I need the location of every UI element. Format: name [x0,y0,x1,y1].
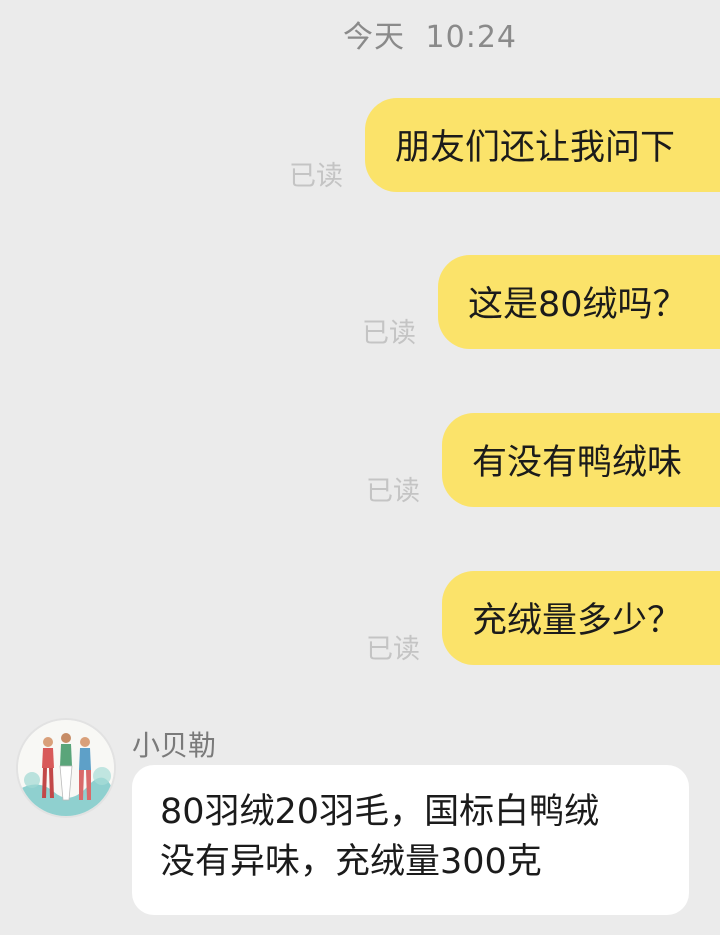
read-status: 已读 [366,634,420,665]
timestamp-time: 10:24 [425,20,517,55]
outgoing-message-bubble[interactable]: 这是80绒吗？ [438,254,720,349]
sender-name: 小贝勒 [132,729,217,762]
message-text: 充绒量多少？ [472,601,683,641]
outgoing-message-row: 已读 充绒量多少？ [366,569,720,666]
message-text: 这是80绒吗？ [468,285,688,325]
message-text-line: 没有异味，充绒量300克 [160,842,542,882]
read-status: 已读 [362,318,416,349]
incoming-message-bubble[interactable]: 80羽绒20羽毛，国标白鸭绒 没有异味，充绒量300克 [132,765,689,915]
fashion-figures-icon [18,720,114,816]
outgoing-message-bubble[interactable]: 朋友们还让我问下 [365,97,720,192]
outgoing-message-bubble[interactable]: 有没有鸭绒味 [442,412,720,507]
read-status: 已读 [366,476,420,507]
outgoing-message-row: 已读 有没有鸭绒味 [366,411,720,508]
timestamp-day: 今天 [342,20,405,55]
message-text-line: 80羽绒20羽毛，国标白鸭绒 [160,792,600,832]
outgoing-message-row: 已读 朋友们还让我问下 [289,96,720,193]
read-status: 已读 [289,161,343,192]
outgoing-message-row: 已读 这是80绒吗？ [362,253,720,350]
outgoing-message-bubble[interactable]: 充绒量多少？ [442,570,720,665]
message-text: 有没有鸭绒味 [472,443,683,483]
sender-avatar[interactable] [16,718,116,818]
message-text: 朋友们还让我问下 [395,128,676,168]
chat-timestamp: 今天 10:24 [0,12,720,56]
